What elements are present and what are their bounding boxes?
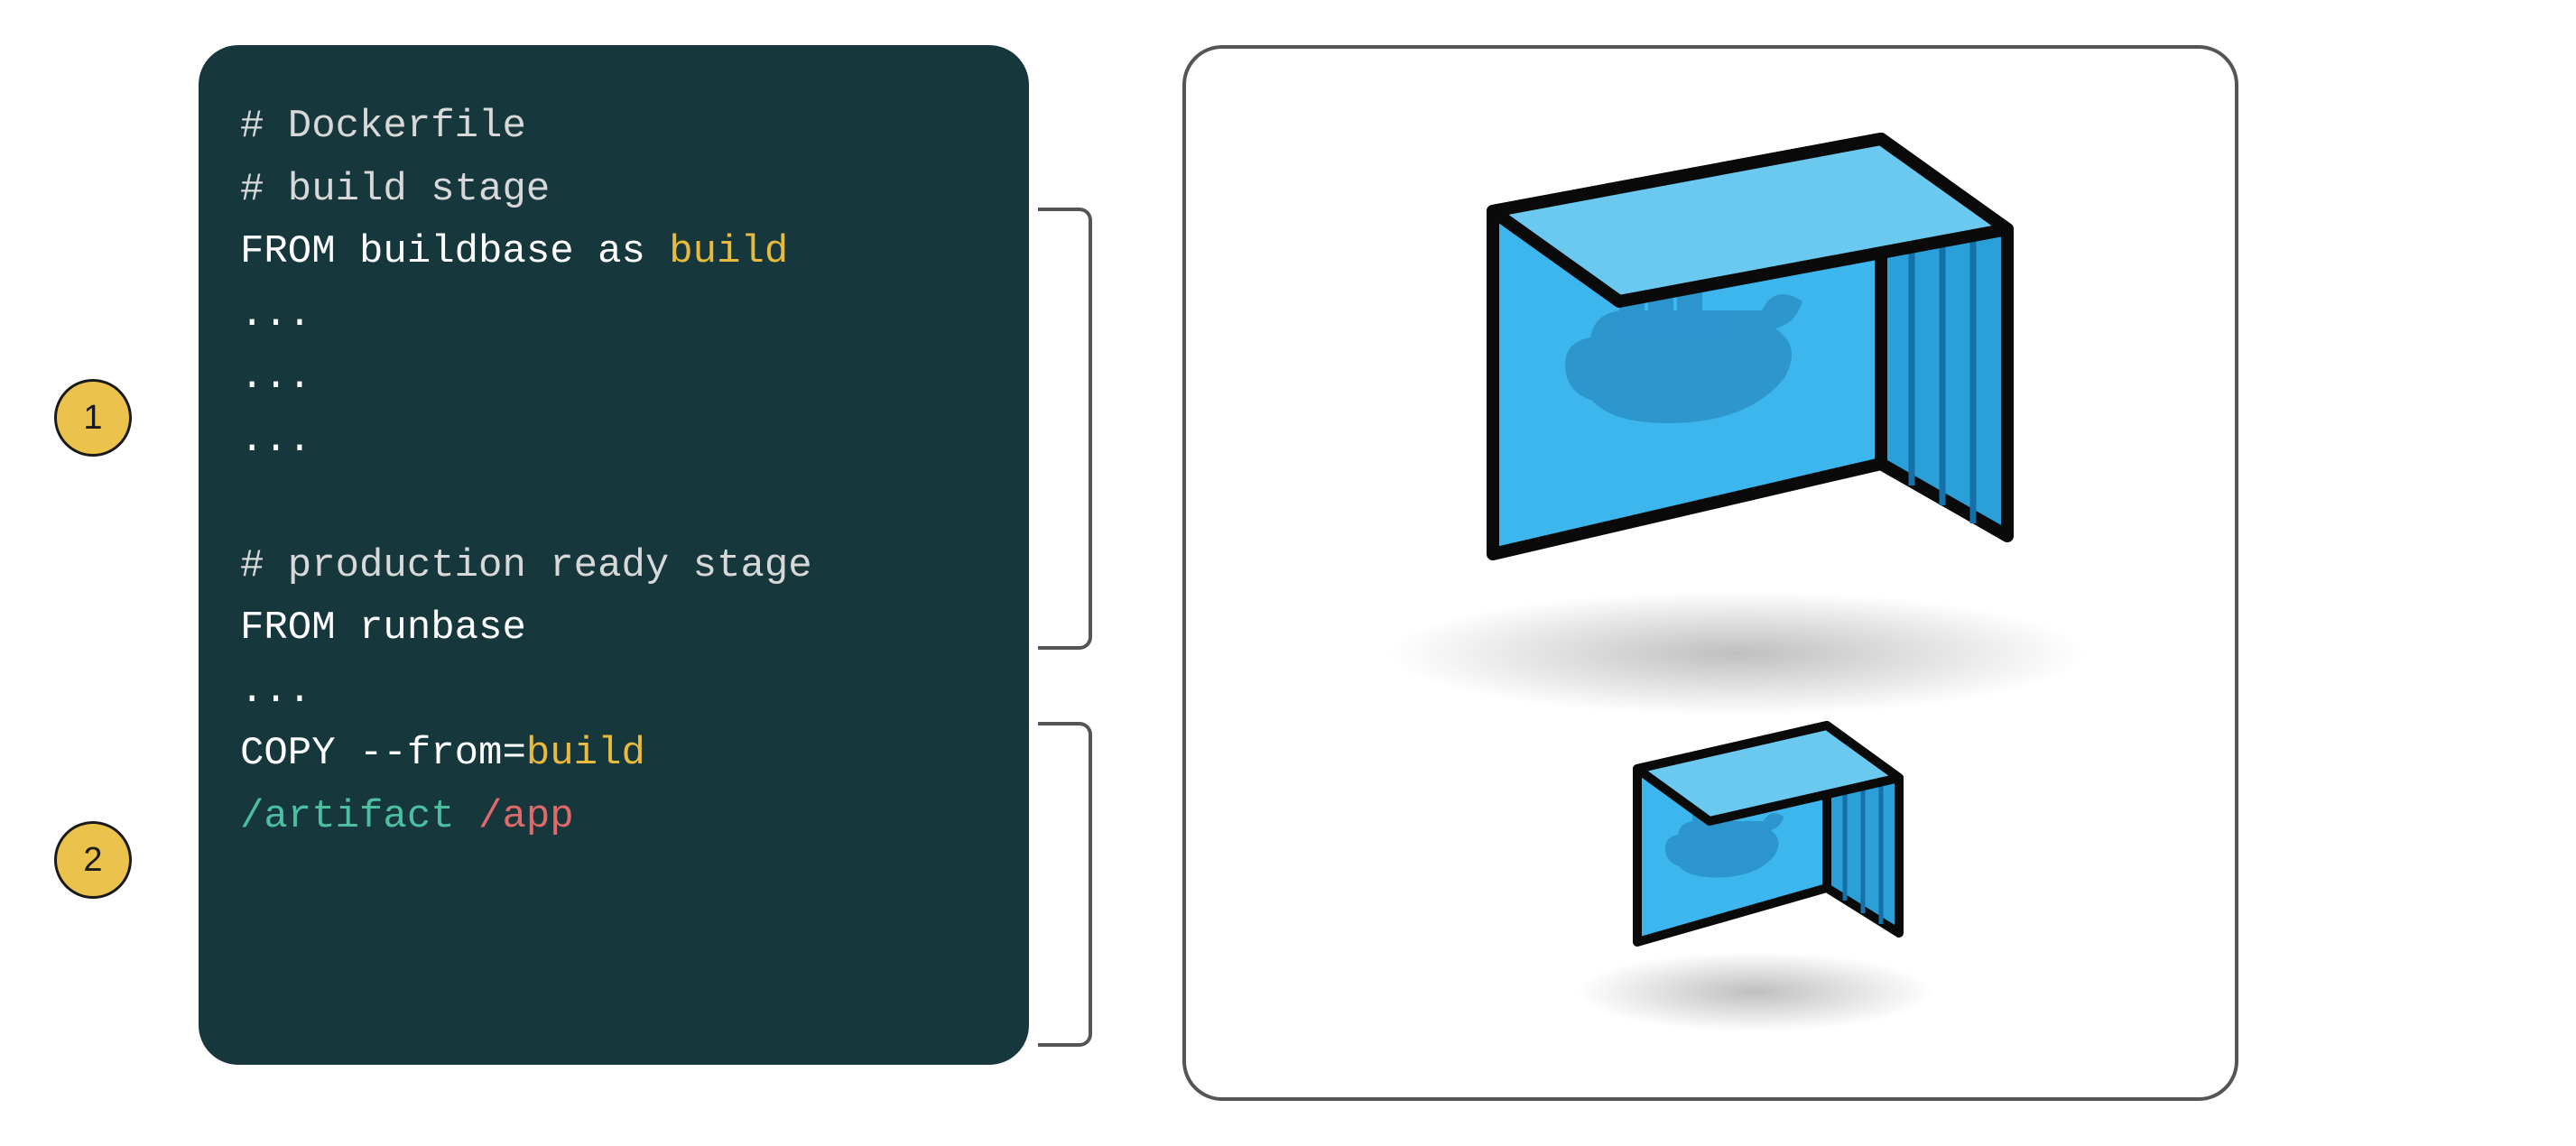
bracket-stage-2	[1038, 722, 1092, 1047]
stage-badge-1: 1	[54, 379, 132, 457]
bracket-stage-1	[1038, 208, 1092, 650]
code-line-6: ...	[240, 418, 311, 463]
code-line-1: # Dockerfile	[240, 104, 526, 149]
code-line-3b: build	[669, 229, 788, 274]
code-line-9: FROM runbase	[240, 605, 526, 651]
illustration-panel	[1182, 45, 2238, 1101]
badge-2-label: 2	[83, 841, 102, 880]
code-line-5: ...	[240, 355, 311, 400]
left-column: 1 2 # Dockerfile # build stage FROM buil…	[45, 45, 1128, 1101]
code-line-2: # build stage	[240, 167, 550, 212]
code-line-11a: COPY --from=	[240, 731, 526, 776]
dockerfile-code-block: # Dockerfile # build stage FROM buildbas…	[199, 45, 1029, 1065]
code-line-10: ...	[240, 669, 311, 714]
small-docker-container-icon	[1574, 698, 1926, 987]
code-line-11b: build	[526, 731, 645, 776]
code-line-3a: FROM buildbase as	[240, 229, 669, 274]
badge-1-label: 1	[83, 399, 102, 438]
stage-badge-2: 2	[54, 821, 132, 899]
code-line-12b: /app	[478, 794, 574, 839]
code-line-12a: /artifact	[240, 794, 478, 839]
code-line-8: # production ready stage	[240, 543, 812, 588]
code-line-4: ...	[240, 292, 311, 337]
large-docker-container-icon	[1376, 103, 2062, 626]
multistage-diagram: 1 2 # Dockerfile # build stage FROM buil…	[45, 45, 2531, 1101]
